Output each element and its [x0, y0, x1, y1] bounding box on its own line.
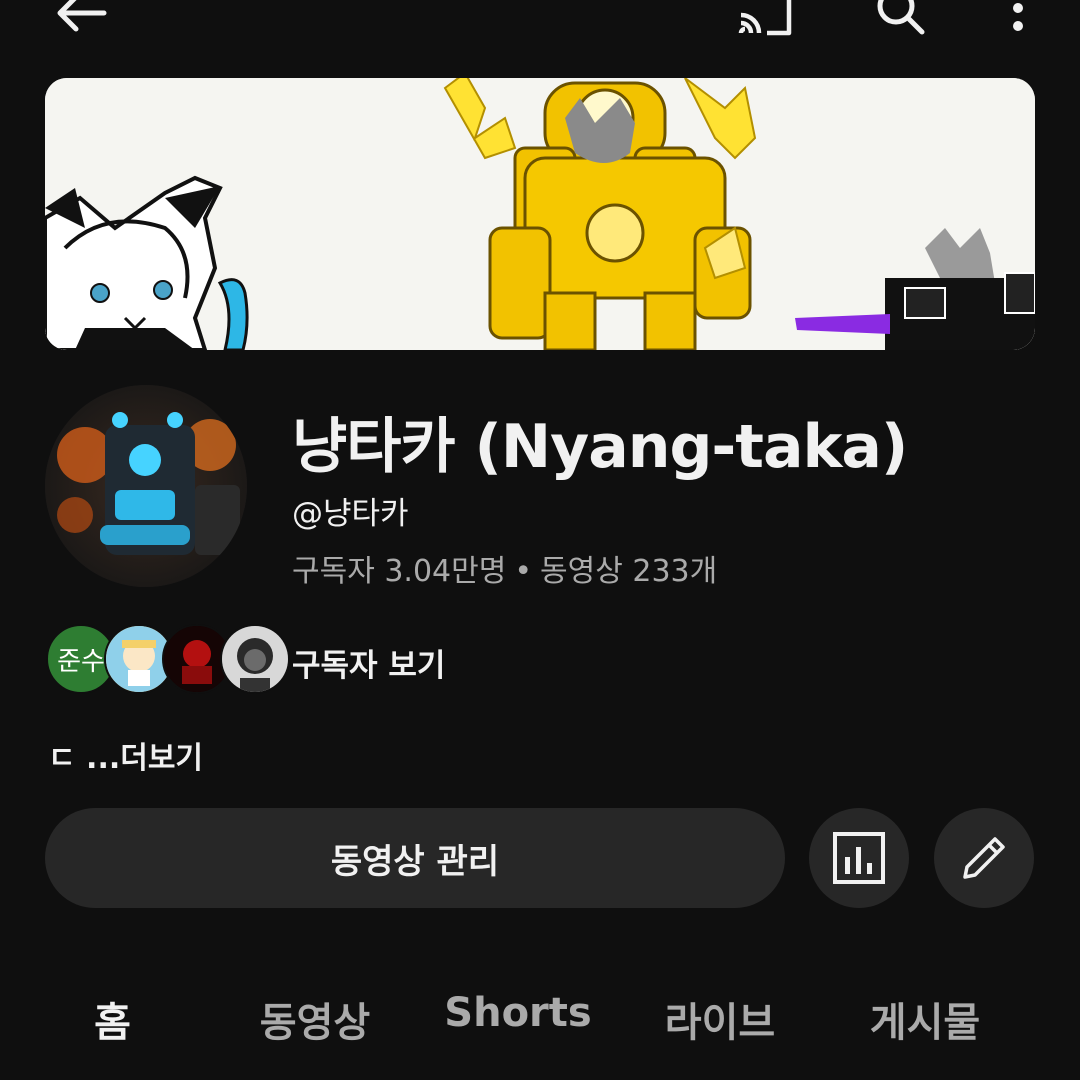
channel-banner[interactable]	[45, 78, 1035, 350]
tab-videos[interactable]: 동영상	[240, 990, 390, 1048]
manage-videos-button[interactable]: 동영상 관리	[45, 808, 785, 908]
video-count: 동영상 233개	[540, 554, 718, 589]
cast-icon	[738, 0, 792, 36]
tab-home[interactable]: 홈	[70, 990, 155, 1048]
channel-name: 냥타카 (Nyang-taka)	[292, 412, 908, 482]
cast-button[interactable]	[728, 0, 800, 40]
channel-stats: 구독자 3.04만명 • 동영상 233개	[292, 546, 717, 590]
channel-avatar[interactable]	[45, 385, 247, 587]
view-subscribers-link[interactable]: 구독자 보기	[292, 640, 445, 685]
subscriber-avatar	[220, 624, 290, 694]
tab-shorts[interactable]: Shorts	[438, 990, 598, 1036]
manage-videos-label: 동영상 관리	[330, 841, 500, 882]
more-options-button[interactable]	[996, 0, 1040, 40]
tab-live[interactable]: 라이브	[645, 990, 795, 1048]
tab-posts[interactable]: 게시물	[850, 990, 1000, 1048]
search-button[interactable]	[864, 0, 936, 40]
subscriber-avatar-initials: 준수	[57, 646, 105, 677]
channel-handle: @냥타카	[292, 496, 409, 532]
top-app-bar	[0, 0, 1080, 60]
more-vertical-icon	[1013, 3, 1023, 31]
pencil-icon	[963, 837, 1005, 879]
stats-separator: •	[514, 554, 533, 589]
arrow-left-icon	[57, 0, 107, 32]
banner-artwork	[45, 78, 1035, 350]
channel-avatar-image	[45, 385, 247, 587]
channel-tabs: 홈 동영상 Shorts 라이브 게시물	[0, 990, 1080, 1060]
edit-channel-button[interactable]	[934, 808, 1034, 908]
subscriber-avatars[interactable]: 준수	[46, 624, 290, 694]
analytics-icon	[833, 832, 885, 884]
subscriber-count: 구독자 3.04만명	[292, 554, 507, 589]
search-icon	[877, 0, 925, 35]
back-button[interactable]	[40, 0, 120, 40]
description-more-link[interactable]: ㄷ ...더보기	[48, 733, 203, 777]
analytics-button[interactable]	[809, 808, 909, 908]
